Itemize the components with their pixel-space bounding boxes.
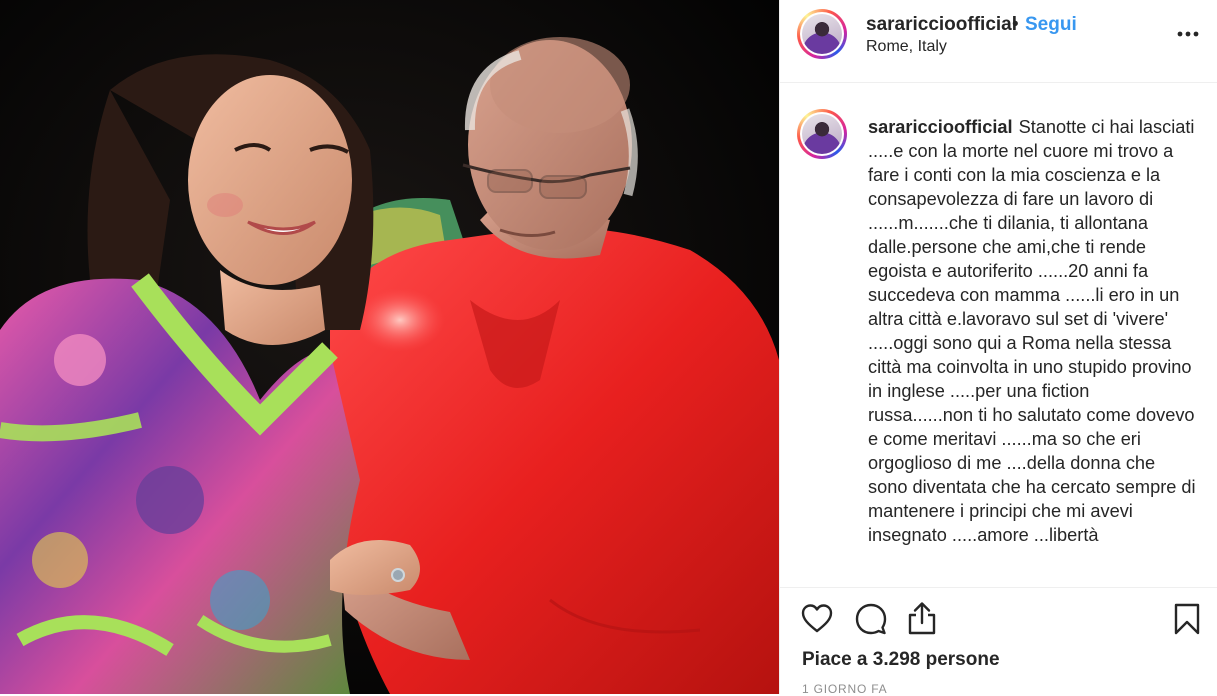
avatar-ring (800, 112, 844, 156)
like-button[interactable] (800, 602, 834, 636)
photo-illustration (0, 0, 779, 694)
comment-icon (855, 603, 887, 635)
caption-avatar[interactable] (797, 109, 847, 159)
post-side-panel: sarariccioofficial • Segui Rome, Italy s… (779, 0, 1217, 696)
avatar-image (802, 14, 842, 54)
caption-area[interactable]: sarariccioofficial Stanotte ci hai lascia… (780, 83, 1217, 587)
avatar-ring (800, 12, 844, 56)
post-photo[interactable] (0, 0, 779, 694)
post-header: sarariccioofficial • Segui Rome, Italy (780, 0, 1217, 83)
comment-button[interactable] (854, 602, 888, 636)
likes-count[interactable]: Piace a 3.298 persone (802, 649, 1000, 671)
instagram-post: sarariccioofficial • Segui Rome, Italy s… (0, 0, 1217, 696)
save-button[interactable] (1172, 602, 1206, 636)
heart-icon (801, 604, 833, 633)
share-icon (908, 602, 936, 635)
more-horizontal-icon (1177, 31, 1199, 37)
share-button[interactable] (905, 600, 939, 635)
follow-button[interactable]: Segui (1025, 14, 1077, 36)
avatar-image (802, 114, 842, 154)
more-options-icon[interactable] (1176, 24, 1200, 44)
username-separator: • (1012, 14, 1019, 35)
bookmark-icon (1174, 603, 1200, 635)
caption-text: Stanotte ci hai lasciati .....e con la m… (868, 117, 1196, 545)
action-bar: Piace a 3.298 persone 1 GIORNO FA (780, 587, 1217, 696)
caption-username[interactable]: sarariccioofficial (868, 117, 1013, 137)
location-link[interactable]: Rome, Italy (866, 38, 947, 56)
caption: sarariccioofficial Stanotte ci hai lascia… (868, 115, 1198, 547)
profile-avatar[interactable] (797, 9, 847, 59)
username-link[interactable]: sarariccioofficial (866, 14, 1017, 36)
